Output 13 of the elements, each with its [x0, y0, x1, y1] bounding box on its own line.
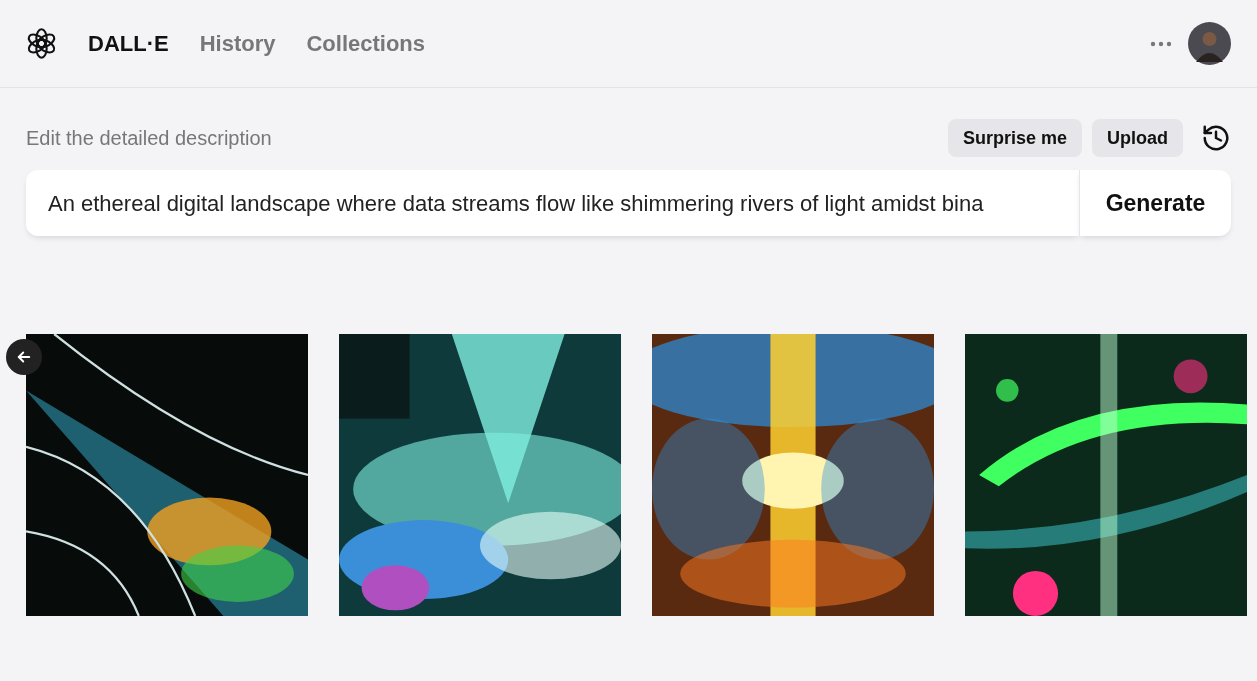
action-button[interactable]: Upload	[1092, 119, 1183, 157]
prompt-field[interactable]: An ethereal digital landscape where data streams flow like shimmering rivers of light amidst bina	[26, 170, 1079, 236]
action-button[interactable]: Surprise me	[947, 119, 1082, 157]
prompt-label: Edit the detailed description	[26, 126, 272, 151]
more-icon[interactable]	[1150, 40, 1172, 47]
nav-link[interactable]: DALL·E	[88, 27, 169, 60]
nav-link[interactable]: Collections	[306, 27, 426, 60]
logo-icon[interactable]	[26, 28, 57, 59]
nav-link[interactable]: History	[199, 27, 276, 60]
avatar[interactable]	[1188, 22, 1231, 65]
history-icon[interactable]	[1201, 123, 1231, 153]
generate-button[interactable]: Generate	[1079, 170, 1231, 236]
back-button[interactable]	[6, 339, 42, 375]
